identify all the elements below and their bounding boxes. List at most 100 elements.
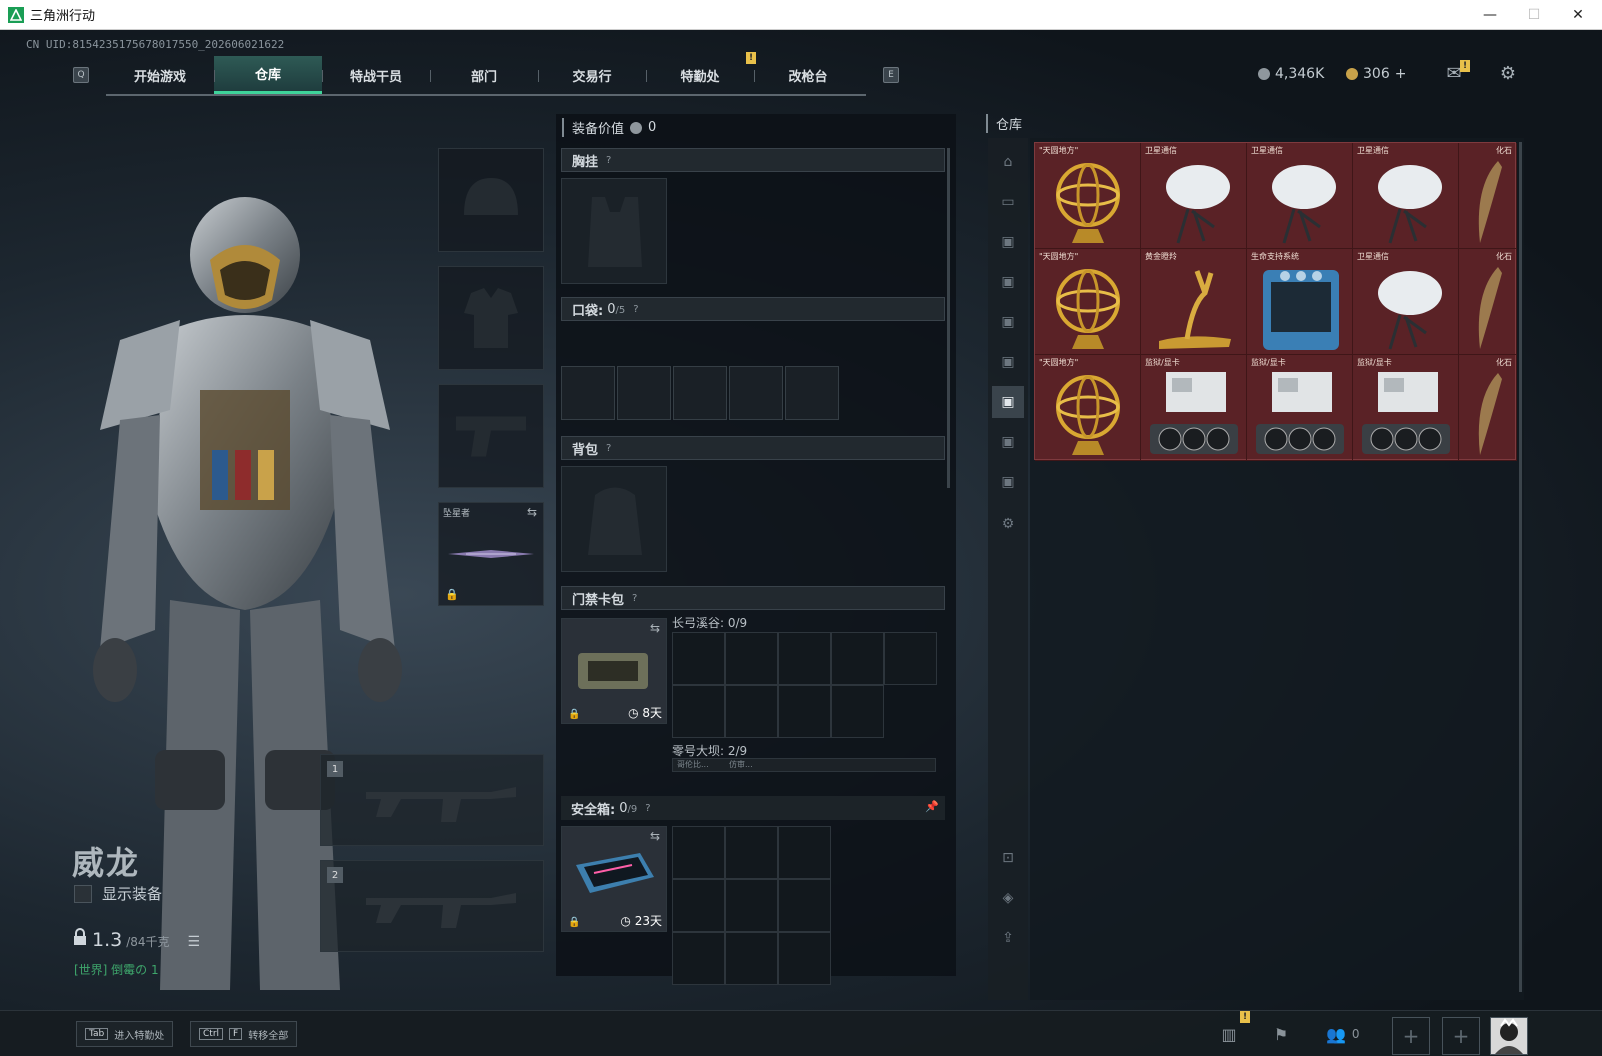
tab-warehouse[interactable]: 仓库 bbox=[214, 56, 322, 94]
help-icon[interactable]: ? bbox=[645, 803, 650, 814]
add-squad-member-button[interactable]: + bbox=[1442, 1017, 1480, 1055]
warehouse-item-stack[interactable]: 监狱/显卡 bbox=[1141, 355, 1247, 461]
warehouse-settings-icon[interactable]: ⚙ bbox=[992, 508, 1024, 540]
warehouse-cat-icon[interactable]: ▣ bbox=[992, 466, 1024, 498]
warehouse-item-stack[interactable]: 监狱/显卡 bbox=[1353, 355, 1459, 461]
warehouse-cat-icon[interactable]: ▣ bbox=[992, 266, 1024, 298]
keycard-cell[interactable] bbox=[725, 632, 778, 685]
add-coin-button[interactable]: + bbox=[1395, 66, 1407, 82]
help-icon[interactable]: ? bbox=[633, 304, 638, 315]
safebox-cell[interactable] bbox=[725, 879, 778, 932]
warehouse-cat-icon[interactable]: ▣ bbox=[992, 306, 1024, 338]
pocket-slot[interactable] bbox=[729, 366, 783, 420]
warehouse-scrollbar[interactable] bbox=[1519, 142, 1522, 992]
help-icon[interactable]: ? bbox=[606, 155, 611, 166]
warehouse-cat-icon[interactable]: ▣ bbox=[992, 426, 1024, 458]
pocket-slot[interactable] bbox=[561, 366, 615, 420]
warehouse-upload-icon[interactable]: ⇪ bbox=[992, 922, 1024, 954]
havoc-currency[interactable]: 4,346K bbox=[1258, 66, 1324, 82]
warehouse-cat-icon[interactable]: ▣ bbox=[992, 226, 1024, 258]
pocket-slot[interactable] bbox=[785, 366, 839, 420]
tab-gunsmith[interactable]: 改枪台 bbox=[754, 56, 862, 94]
keycard-cell[interactable] bbox=[778, 632, 831, 685]
safebox-cell[interactable] bbox=[672, 932, 725, 985]
swap-icon[interactable]: ⇆ bbox=[650, 829, 660, 843]
warehouse-item[interactable]: 卫星通信 bbox=[1247, 143, 1353, 249]
warehouse-item[interactable]: 卫星通信 bbox=[1141, 143, 1247, 249]
keycard-sub-item[interactable]: 仿审... bbox=[729, 759, 753, 770]
weight-detail-icon[interactable]: ☰ bbox=[188, 934, 201, 950]
add-squad-member-button[interactable]: + bbox=[1392, 1017, 1430, 1055]
keycard-cell[interactable] bbox=[672, 685, 725, 738]
close-button[interactable]: ✕ bbox=[1556, 0, 1600, 30]
safebox-cell[interactable] bbox=[672, 826, 725, 879]
transfer-all-hotkey[interactable]: Ctrl F 转移全部 bbox=[190, 1021, 298, 1047]
safebox-slot[interactable]: ⇆ 🔒 ◷ 23天 bbox=[561, 826, 667, 932]
warehouse-item[interactable]: 黄金瞪羚 bbox=[1141, 249, 1247, 355]
keycard-cell[interactable] bbox=[725, 685, 778, 738]
chest-rig-slot[interactable] bbox=[561, 178, 667, 284]
sidearm-slot[interactable] bbox=[438, 384, 544, 488]
coin-currency[interactable]: 306 + bbox=[1346, 66, 1406, 82]
safebox-cell[interactable] bbox=[778, 879, 831, 932]
warehouse-item[interactable]: "天圆地方" bbox=[1035, 355, 1141, 461]
helmet-slot[interactable] bbox=[438, 148, 544, 252]
keycard-cell[interactable] bbox=[884, 632, 937, 685]
keycard-cell[interactable] bbox=[778, 685, 831, 738]
tab-start-game[interactable]: 开始游戏 bbox=[106, 56, 214, 94]
warehouse-item[interactable]: 化石 bbox=[1459, 249, 1517, 355]
warehouse-item[interactable]: "天圆地方" bbox=[1035, 249, 1141, 355]
tab-department[interactable]: 部门 bbox=[430, 56, 538, 94]
help-icon[interactable]: ? bbox=[606, 443, 611, 454]
safebox-cell[interactable] bbox=[672, 879, 725, 932]
help-icon[interactable]: ? bbox=[632, 593, 637, 604]
safebox-cell[interactable] bbox=[778, 932, 831, 985]
enter-special-ops-hotkey[interactable]: Tab 进入特勤处 bbox=[76, 1021, 174, 1047]
minimize-button[interactable]: — bbox=[1468, 0, 1512, 30]
warehouse-item[interactable]: 化石 bbox=[1459, 143, 1517, 249]
warehouse-item[interactable]: 卫星通信 bbox=[1353, 143, 1459, 249]
warehouse-item[interactable]: "天圆地方" bbox=[1035, 143, 1141, 249]
warehouse-item[interactable]: 生命支持系统 bbox=[1247, 249, 1353, 355]
swap-icon[interactable]: ⇆ bbox=[527, 505, 537, 519]
tab-market[interactable]: 交易行 bbox=[538, 56, 646, 94]
tab-operators[interactable]: 特战干员 bbox=[322, 56, 430, 94]
keycard-cell[interactable] bbox=[831, 632, 884, 685]
warehouse-all-icon[interactable]: ⌂ bbox=[992, 146, 1024, 178]
keycard-case-slot[interactable]: ⇆ 🔒 ◷ 8天 bbox=[561, 618, 667, 724]
show-equipment-checkbox[interactable] bbox=[74, 884, 92, 903]
warehouse-item-stack[interactable]: 监狱/显卡 bbox=[1247, 355, 1353, 461]
armor-slot[interactable] bbox=[438, 266, 544, 370]
warehouse-depot-icon[interactable]: ⊡ bbox=[992, 842, 1024, 874]
pin-icon[interactable]: 📌 bbox=[925, 800, 939, 813]
maximize-button[interactable]: ☐ bbox=[1512, 0, 1556, 30]
loadout-scrollbar[interactable] bbox=[947, 148, 950, 488]
swap-icon[interactable]: ⇆ bbox=[650, 621, 660, 635]
friends-button[interactable]: 👥 0 bbox=[1326, 1019, 1376, 1049]
warehouse-cat-icon[interactable]: ▭ bbox=[992, 186, 1024, 218]
melee-slot[interactable]: 坠星者 ⇆ 🔒 bbox=[438, 502, 544, 606]
stats-chart-icon[interactable]: ▥ bbox=[1214, 1019, 1244, 1049]
warehouse-item[interactable]: 化石 bbox=[1459, 355, 1517, 461]
pocket-slot[interactable] bbox=[617, 366, 671, 420]
flag-icon[interactable]: ⚑ bbox=[1266, 1019, 1296, 1049]
warehouse-cat-active-icon[interactable]: ▣ bbox=[992, 386, 1024, 418]
safebox-cell[interactable] bbox=[725, 826, 778, 879]
safebox-cell[interactable] bbox=[725, 932, 778, 985]
tab-special-ops[interactable]: 特勤处 bbox=[646, 56, 754, 94]
primary-weapon-slot-2[interactable]: 2 bbox=[320, 860, 544, 952]
safebox-cell[interactable] bbox=[778, 826, 831, 879]
nav-key-left[interactable]: Q bbox=[73, 67, 89, 83]
keycard-sub-item[interactable]: 哥伦比... bbox=[677, 759, 709, 770]
warehouse-layers-icon[interactable]: ◈ bbox=[992, 882, 1024, 914]
settings-gear-icon[interactable]: ⚙ bbox=[1496, 62, 1520, 84]
nav-key-right[interactable]: E bbox=[883, 67, 899, 83]
world-chat-line[interactable]: [世界] 倒霉の 1 bbox=[74, 961, 159, 978]
pocket-slot[interactable] bbox=[673, 366, 727, 420]
backpack-slot[interactable] bbox=[561, 466, 667, 572]
player-avatar[interactable] bbox=[1490, 1017, 1528, 1055]
primary-weapon-slot-1[interactable]: 1 bbox=[320, 754, 544, 846]
show-equipment-toggle[interactable]: 显示装备 bbox=[74, 883, 162, 904]
warehouse-item[interactable]: 卫星通信 bbox=[1353, 249, 1459, 355]
keycard-cell[interactable] bbox=[672, 632, 725, 685]
